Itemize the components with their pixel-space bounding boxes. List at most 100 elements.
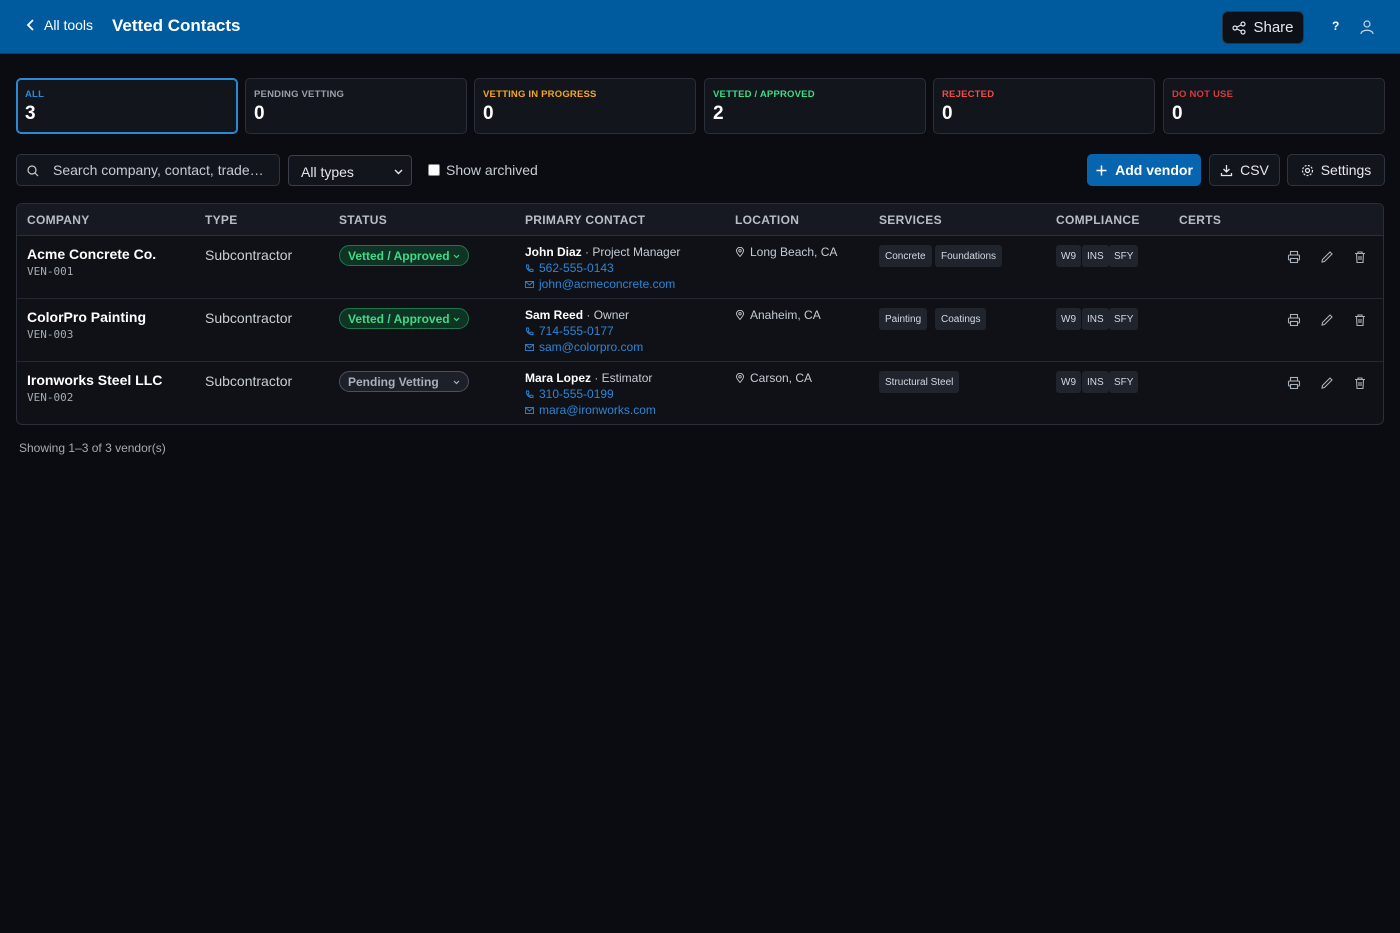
stat-card-do-not-use[interactable]: DO NOT USE 0: [1163, 78, 1385, 134]
phone-icon: [526, 264, 534, 272]
map-pin-icon: [736, 373, 744, 383]
pencil-icon[interactable]: [1320, 250, 1334, 264]
status-label: Vetted / Approved: [348, 312, 450, 326]
back-label: All tools: [44, 17, 94, 33]
vendor-type: Subcontractor: [205, 310, 293, 326]
chevron-left-icon: [26, 19, 34, 31]
compliance-badge: W9: [1056, 371, 1081, 393]
show-archived-label: Show archived: [446, 162, 538, 178]
csv-label: CSV: [1240, 162, 1269, 178]
status-label: Pending Vetting: [348, 375, 439, 389]
stat-card-label: VETTED / APPROVED: [713, 89, 815, 100]
share-icon: [1232, 20, 1247, 35]
vendor-type: Subcontractor: [205, 373, 293, 389]
mail-icon: [525, 406, 534, 414]
column-header-services[interactable]: SERVICES: [879, 213, 942, 227]
column-header-location[interactable]: LOCATION: [735, 213, 799, 227]
column-header-primary-contact[interactable]: PRIMARY CONTACT: [525, 213, 645, 227]
mail-icon: [525, 343, 534, 351]
company-name[interactable]: ColorPro Painting: [27, 309, 146, 325]
compliance-badge: SFY: [1109, 308, 1139, 330]
contact-name: John Diaz: [525, 245, 582, 259]
contact-phone-link[interactable]: 714-555-0177: [525, 324, 614, 338]
contact-role: · Owner: [583, 308, 630, 322]
company-name[interactable]: Ironworks Steel LLC: [27, 372, 162, 388]
primary-contact: Sam Reed · Owner: [525, 308, 629, 322]
chevron-down-icon: [453, 380, 460, 385]
chevron-down-icon: [453, 317, 460, 322]
pencil-icon[interactable]: [1320, 376, 1334, 390]
back-to-all-tools-link[interactable]: All tools: [24, 17, 93, 33]
type-filter-value: All types: [301, 164, 354, 180]
stat-card-vetted-approved[interactable]: VETTED / APPROVED 2: [704, 78, 926, 134]
stat-card-count: 3: [25, 103, 36, 124]
help-button[interactable]: ?: [1332, 19, 1339, 33]
csv-export-button[interactable]: CSV: [1209, 154, 1280, 186]
top-bar: All tools Vetted Contacts Share ?: [0, 0, 1400, 54]
contact-name: Sam Reed: [525, 308, 584, 322]
column-header-type[interactable]: TYPE: [205, 213, 238, 227]
search-input[interactable]: [53, 155, 277, 185]
pagination-summary: Showing 1–3 of 3 vendor(s): [19, 441, 166, 455]
contact-email: john@acmeconcrete.com: [539, 277, 676, 291]
column-header-company[interactable]: COMPANY: [27, 213, 90, 227]
share-button[interactable]: Share: [1222, 11, 1304, 44]
printer-icon[interactable]: [1287, 250, 1301, 264]
service-tag: Painting: [879, 308, 928, 330]
trash-icon[interactable]: [1353, 376, 1367, 390]
printer-icon[interactable]: [1287, 376, 1301, 390]
trash-icon[interactable]: [1353, 250, 1367, 264]
add-vendor-button[interactable]: Add vendor: [1087, 154, 1201, 186]
user-icon[interactable]: [1360, 19, 1374, 35]
download-icon: [1220, 164, 1233, 176]
printer-icon[interactable]: [1287, 313, 1301, 327]
share-label: Share: [1253, 19, 1294, 36]
contact-phone: 562-555-0143: [539, 261, 614, 275]
stat-card-rejected[interactable]: REJECTED 0: [933, 78, 1155, 134]
table-row: Acme Concrete Co. VEN-001 Subcontractor Vet…: [17, 236, 1383, 299]
show-archived-toggle[interactable]: Show archived: [428, 162, 538, 178]
company-name[interactable]: Acme Concrete Co.: [27, 246, 156, 262]
chevron-down-icon: [453, 254, 460, 259]
chevron-down-icon: [394, 169, 403, 175]
stat-card-vetting-in-progress[interactable]: VETTING IN PROGRESS 0: [474, 78, 696, 134]
stat-card-count: 0: [254, 103, 265, 124]
service-tag: Structural Steel: [879, 371, 960, 393]
contact-phone-link[interactable]: 562-555-0143: [525, 261, 614, 275]
trash-icon[interactable]: [1353, 313, 1367, 327]
search-icon: [27, 165, 39, 177]
show-archived-checkbox[interactable]: [428, 164, 440, 176]
phone-icon: [526, 390, 534, 398]
stat-card-label: REJECTED: [942, 89, 995, 100]
pencil-icon[interactable]: [1320, 313, 1334, 327]
status-dropdown[interactable]: Pending Vetting: [339, 371, 469, 392]
gear-icon: [1301, 164, 1313, 176]
column-header-certs[interactable]: CERTS: [1179, 213, 1221, 227]
status-label: Vetted / Approved: [348, 249, 450, 263]
column-header-status[interactable]: STATUS: [339, 213, 387, 227]
location-text: Anaheim, CA: [750, 308, 821, 322]
search-field[interactable]: [16, 154, 280, 186]
vendor-type: Subcontractor: [205, 247, 293, 263]
contact-phone-link[interactable]: 310-555-0199: [525, 387, 614, 401]
vendors-table: COMPANY TYPE STATUS PRIMARY CONTACT LOCA…: [16, 203, 1384, 425]
compliance-badge: W9: [1056, 245, 1081, 267]
stat-card-all[interactable]: ALL 3: [16, 78, 238, 134]
primary-contact: Mara Lopez · Estimator: [525, 371, 652, 385]
location-text: Carson, CA: [750, 371, 813, 385]
status-dropdown[interactable]: Vetted / Approved: [339, 245, 469, 266]
status-dropdown[interactable]: Vetted / Approved: [339, 308, 469, 329]
type-filter-select[interactable]: All types: [288, 155, 412, 186]
contact-email-link[interactable]: john@acmeconcrete.com: [525, 277, 675, 291]
service-tag: Concrete: [879, 245, 932, 267]
compliance-badge: INS: [1082, 371, 1109, 393]
compliance-badge: SFY: [1109, 245, 1139, 267]
compliance-badge: INS: [1082, 245, 1109, 267]
location-text: Long Beach, CA: [750, 245, 838, 259]
column-header-compliance[interactable]: COMPLIANCE: [1056, 213, 1140, 227]
settings-button[interactable]: Settings: [1287, 154, 1385, 186]
stat-card-pending-vetting[interactable]: PENDING VETTING 0: [245, 78, 467, 134]
contact-email-link[interactable]: sam@colorpro.com: [525, 340, 643, 354]
stat-card-count: 2: [713, 103, 724, 124]
contact-email-link[interactable]: mara@ironworks.com: [525, 403, 656, 417]
